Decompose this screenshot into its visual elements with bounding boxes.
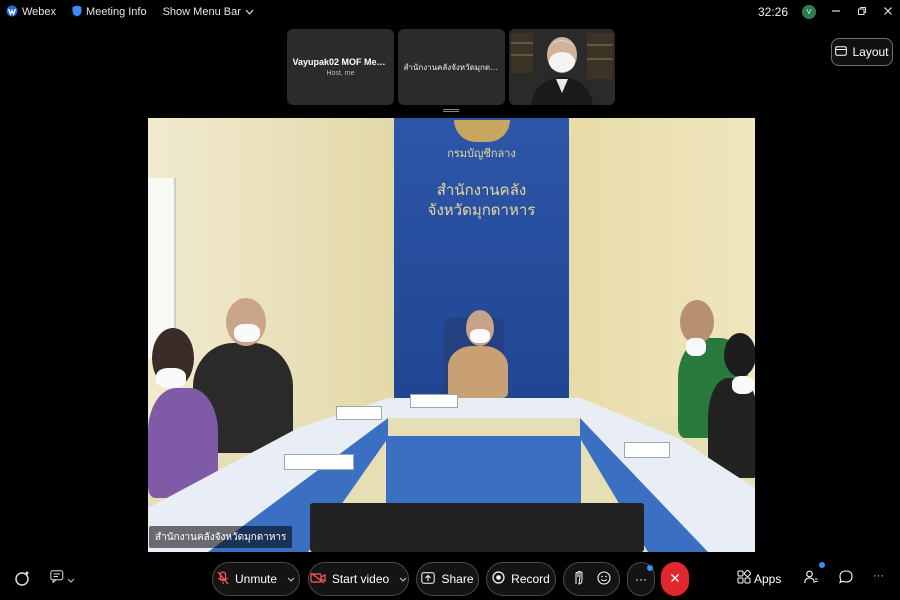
video-nameplate: [410, 394, 458, 408]
title-bar-right: 32:26 V: [758, 0, 894, 24]
more-options-icon: ···: [635, 572, 647, 586]
app-name: Webex: [22, 6, 57, 18]
restore-icon[interactable]: [856, 6, 868, 19]
leave-meeting-button[interactable]: [661, 562, 689, 596]
garuda-emblem: [454, 120, 510, 142]
participants-button[interactable]: [804, 570, 818, 587]
chevron-down-icon: [245, 6, 254, 18]
close-icon[interactable]: [882, 6, 894, 19]
reactions-menu[interactable]: [50, 570, 75, 586]
chevron-down-icon[interactable]: [287, 574, 295, 584]
video-person-head: [724, 333, 755, 377]
strip-drag-handle[interactable]: [443, 109, 459, 112]
apps-label: Apps: [754, 571, 782, 586]
video-monitor: [310, 503, 644, 552]
participant-tile-host[interactable]: Vayupak02 MOF Meetin... Host, me: [287, 29, 394, 105]
minimize-icon[interactable]: [830, 6, 842, 19]
notification-badge: [647, 565, 653, 571]
main-video-stage[interactable]: กรมบัญชีกลาง สำนักงานคลัง จังหวัดมุกดาหา…: [148, 118, 755, 552]
overflow-menu-icon[interactable]: ···: [873, 570, 884, 582]
participant-video-thumbnail: [509, 29, 615, 105]
shield-icon: [72, 5, 82, 20]
unmute-button[interactable]: Unmute: [212, 562, 300, 596]
video-caption: สำนักงานคลังจังหวัดมุกดาหาร: [149, 526, 293, 548]
share-screen-icon: [421, 571, 436, 587]
record-button[interactable]: Record: [486, 562, 556, 596]
chat-button[interactable]: [839, 570, 853, 587]
participant-tile-office[interactable]: สำนักงานคลังจังหวัดมุกดาหา...: [398, 29, 505, 105]
chevron-down-icon[interactable]: [399, 574, 407, 584]
chat-icon: [839, 570, 853, 587]
participants-icon: [804, 570, 818, 587]
webex-logo-icon: [6, 5, 18, 20]
share-label: Share: [441, 572, 474, 586]
reactions-group: [563, 562, 620, 596]
raise-hand-icon[interactable]: [573, 570, 585, 588]
notification-badge: [819, 562, 825, 568]
layout-button[interactable]: Layout: [831, 38, 893, 66]
video-nameplate: [284, 454, 354, 470]
record-icon: [492, 571, 505, 587]
sign-line-2: จังหวัดมุกดาหาร: [427, 201, 536, 219]
participant-tile-video[interactable]: [509, 29, 615, 105]
participant-name: สำนักงานคลังจังหวัดมุกดาหา...: [403, 62, 500, 72]
mic-muted-icon: [217, 570, 229, 588]
apps-grid-icon: [737, 569, 752, 587]
share-button[interactable]: Share: [416, 562, 479, 596]
participant-role: Host, me: [326, 70, 355, 77]
avatar[interactable]: V: [802, 5, 816, 19]
video-mask: [686, 338, 706, 356]
meeting-info-button[interactable]: Meeting Info: [72, 5, 147, 20]
start-video-button[interactable]: Start video: [308, 562, 409, 596]
video-off-icon: [310, 571, 326, 587]
unmute-label: Unmute: [234, 572, 278, 586]
emblem-caption: กรมบัญชีกลาง: [447, 147, 516, 160]
show-menu-bar-button[interactable]: Show Menu Bar: [163, 6, 254, 18]
webex-app-menu[interactable]: Webex: [6, 5, 56, 20]
participant-name: Vayupak02 MOF Meetin...: [292, 57, 389, 67]
video-person: [448, 346, 508, 398]
more-options-button[interactable]: ···: [627, 562, 655, 596]
ai-assistant-icon[interactable]: [14, 570, 30, 586]
chevron-down-icon: [67, 570, 75, 586]
video-nameplate: [624, 442, 670, 458]
meeting-controls: Unmute Start video Share Record ··· Apps…: [0, 562, 900, 598]
layout-icon: [835, 45, 848, 59]
video-nameplate: [336, 406, 382, 420]
apps-button[interactable]: Apps: [737, 569, 782, 587]
start-video-label: Start video: [331, 572, 390, 586]
show-menu-bar-label: Show Menu Bar: [162, 6, 241, 18]
emoji-reaction-icon[interactable]: [596, 570, 611, 588]
layout-label: Layout: [852, 45, 889, 59]
meeting-info-label: Meeting Info: [86, 6, 147, 18]
video-mask: [234, 324, 260, 342]
close-icon: [670, 572, 680, 586]
meeting-timer: 32:26: [757, 5, 788, 19]
chat-bubble-icon: [50, 570, 64, 586]
video-mask: [470, 329, 490, 343]
record-label: Record: [511, 572, 550, 586]
video-mask: [156, 368, 186, 388]
title-bar: Webex Meeting Info Show Menu Bar 32:26 V: [0, 0, 900, 24]
video-mask: [732, 376, 754, 394]
